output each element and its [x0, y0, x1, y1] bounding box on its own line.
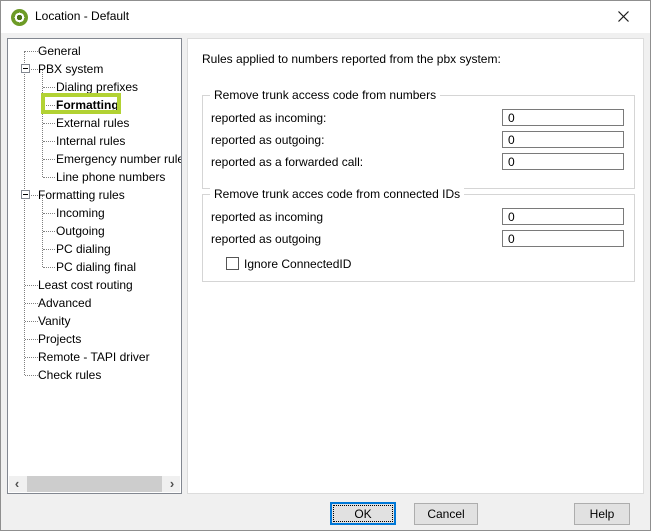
- tree-item-label: Least cost routing: [38, 278, 133, 292]
- field-row: reported as outgoing:: [203, 131, 634, 149]
- tree-item-label: Internal rules: [56, 134, 125, 148]
- help-button[interactable]: Help: [574, 503, 630, 525]
- tree-item-label: Vanity: [38, 314, 70, 328]
- field-label: reported as incoming:: [211, 111, 326, 125]
- rules-header-text: Rules applied to numbers reported from t…: [202, 52, 501, 66]
- tree-item-pc-dialing[interactable]: PC dialing: [9, 240, 180, 258]
- trunk-code-incoming-input[interactable]: [502, 109, 624, 126]
- tree-item-label: Remote - TAPI driver: [38, 350, 150, 364]
- checkbox-row: Ignore ConnectedID: [203, 256, 634, 274]
- tree-item-external-rules[interactable]: External rules: [9, 114, 180, 132]
- trunk-code-forwarded-input[interactable]: [502, 153, 624, 170]
- field-row: reported as incoming:: [203, 109, 634, 127]
- tree-item-vanity[interactable]: Vanity: [9, 312, 180, 330]
- group-remove-trunk-access-connected-ids: Remove trunk acces code from connected I…: [202, 194, 635, 282]
- tree-item-label: PC dialing final: [56, 260, 136, 274]
- cancel-button[interactable]: Cancel: [414, 503, 478, 525]
- tree-item-outgoing[interactable]: Outgoing: [9, 222, 180, 240]
- groupbox-title: Remove trunk acces code from connected I…: [210, 187, 464, 201]
- tree-item-label: General: [38, 44, 81, 58]
- tree-item-projects[interactable]: Projects: [9, 330, 180, 348]
- settings-panel: Rules applied to numbers reported from t…: [187, 38, 644, 494]
- field-label: reported as outgoing: [211, 232, 321, 246]
- groupbox-title: Remove trunk access code from numbers: [210, 88, 440, 102]
- trunk-code-outgoing-input[interactable]: [502, 131, 624, 148]
- tree-item-label: Advanced: [38, 296, 91, 310]
- tree-item-formatting[interactable]: Formatting: [9, 96, 180, 114]
- tree-item-pbx-system[interactable]: PBX system: [9, 60, 180, 78]
- tree-item-label: Incoming: [56, 206, 105, 220]
- tree-item-label: Formatting: [56, 98, 119, 112]
- window-title: Location - Default: [35, 1, 129, 32]
- field-label: reported as a forwarded call:: [211, 155, 363, 169]
- ok-button-label: OK: [354, 507, 371, 521]
- tree-item-label: Dialing prefixes: [56, 80, 138, 94]
- cancel-button-label: Cancel: [427, 507, 464, 521]
- tree-item-label: Projects: [38, 332, 81, 346]
- tree-item-pc-dialing-final[interactable]: PC dialing final: [9, 258, 180, 276]
- tree-item-internal-rules[interactable]: Internal rules: [9, 132, 180, 150]
- tree-item-dialing-prefixes[interactable]: Dialing prefixes: [9, 78, 180, 96]
- tree-item-label: Line phone numbers: [56, 170, 165, 184]
- ok-button[interactable]: OK: [330, 502, 396, 525]
- field-row: reported as incoming: [203, 208, 634, 226]
- ignore-connectedid-checkbox[interactable]: [226, 257, 239, 270]
- connected-id-outgoing-input[interactable]: [502, 230, 624, 247]
- tree-item-label: PBX system: [38, 62, 103, 76]
- app-logo-icon: [11, 9, 28, 26]
- titlebar: Location - Default: [1, 1, 650, 33]
- tree-item-advanced[interactable]: Advanced: [9, 294, 180, 312]
- tree-item-emergency-number-rule[interactable]: Emergency number rule: [9, 150, 180, 168]
- tree-item-line-phone-numbers[interactable]: Line phone numbers: [9, 168, 180, 186]
- tree-item-label: Outgoing: [56, 224, 105, 238]
- scroll-right-icon[interactable]: ›: [164, 476, 180, 492]
- field-label: reported as outgoing:: [211, 133, 324, 147]
- close-icon: [618, 11, 629, 22]
- tree-item-label: External rules: [56, 116, 129, 130]
- checkbox-label: Ignore ConnectedID: [244, 257, 351, 271]
- close-button[interactable]: [604, 1, 642, 32]
- navigation-tree: General PBX system Dialing prefixes Form…: [7, 38, 182, 494]
- tree-item-label: Emergency number rule: [56, 152, 182, 166]
- tree-item-remote-tapi-driver[interactable]: Remote - TAPI driver: [9, 348, 180, 366]
- tree-expander-minus-icon[interactable]: [21, 64, 30, 73]
- tree-expander-minus-icon[interactable]: [21, 190, 30, 199]
- scroll-left-icon[interactable]: ‹: [9, 476, 25, 492]
- help-button-label: Help: [590, 507, 615, 521]
- tree-item-check-rules[interactable]: Check rules: [9, 366, 180, 384]
- location-dialog-window: Location - Default General PBX system Di…: [0, 0, 651, 531]
- scrollbar-thumb[interactable]: [27, 476, 162, 492]
- tree-item-label: Formatting rules: [38, 188, 125, 202]
- field-row: reported as a forwarded call:: [203, 153, 634, 171]
- tree-item-least-cost-routing[interactable]: Least cost routing: [9, 276, 180, 294]
- tree-item-label: PC dialing: [56, 242, 111, 256]
- tree-item-formatting-rules[interactable]: Formatting rules: [9, 186, 180, 204]
- tree-horizontal-scrollbar[interactable]: ‹ ›: [9, 476, 180, 492]
- tree-item-incoming[interactable]: Incoming: [9, 204, 180, 222]
- field-label: reported as incoming: [211, 210, 323, 224]
- field-row: reported as outgoing: [203, 230, 634, 248]
- tree-item-general[interactable]: General: [9, 42, 180, 60]
- tree-item-label: Check rules: [38, 368, 101, 382]
- connected-id-incoming-input[interactable]: [502, 208, 624, 225]
- group-remove-trunk-access-numbers: Remove trunk access code from numbers re…: [202, 95, 635, 189]
